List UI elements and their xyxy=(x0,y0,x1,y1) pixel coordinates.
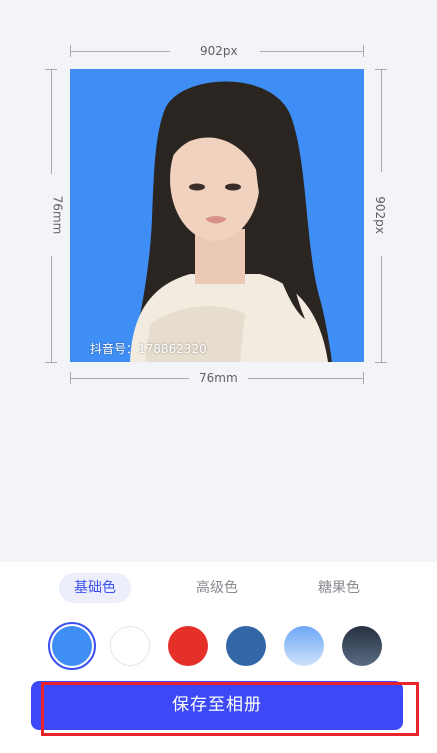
save-to-album-button[interactable]: 保存至相册 xyxy=(31,681,403,730)
top-dim-line-left xyxy=(70,51,170,52)
bottom-dim-label: 76mm xyxy=(199,371,238,385)
top-dim-tick-right xyxy=(363,45,364,57)
swatch-slate-gradient[interactable] xyxy=(342,626,382,666)
right-dim-line-bottom xyxy=(381,256,382,362)
tab-candy-colors[interactable]: 糖果色 xyxy=(303,573,375,603)
bottom-dim-line-right xyxy=(248,378,363,379)
id-photo[interactable] xyxy=(70,69,364,362)
left-dim-tick-bottom xyxy=(45,362,57,363)
right-dim-line-top xyxy=(381,69,382,172)
swatch-light-blue-gradient[interactable] xyxy=(284,626,324,666)
watermark-text: 抖音号：178862320 xyxy=(90,342,207,356)
swatch-red[interactable] xyxy=(168,626,208,666)
right-dim-label: 902px xyxy=(372,196,387,234)
top-dim-label: 902px xyxy=(200,44,238,58)
bottom-dim-tick-right xyxy=(363,372,364,384)
tab-advanced-colors[interactable]: 高级色 xyxy=(181,573,253,603)
tab-basic-colors[interactable]: 基础色 xyxy=(59,573,131,603)
swatch-blue[interactable] xyxy=(52,626,92,666)
preview-area: 902px 76mm 902px 76mm 抖音号：178862320 xyxy=(0,0,437,562)
bottom-dim-line-left xyxy=(70,378,189,379)
right-dim-tick-bottom xyxy=(375,362,387,363)
left-dim-line-top xyxy=(51,69,52,174)
swatch-dark-blue[interactable] xyxy=(226,626,266,666)
swatch-white[interactable] xyxy=(110,626,150,666)
left-dim-line-bottom xyxy=(51,256,52,362)
top-dim-line-right xyxy=(260,51,363,52)
left-dim-label: 76mm xyxy=(50,195,65,235)
portrait-illustration xyxy=(130,81,332,362)
